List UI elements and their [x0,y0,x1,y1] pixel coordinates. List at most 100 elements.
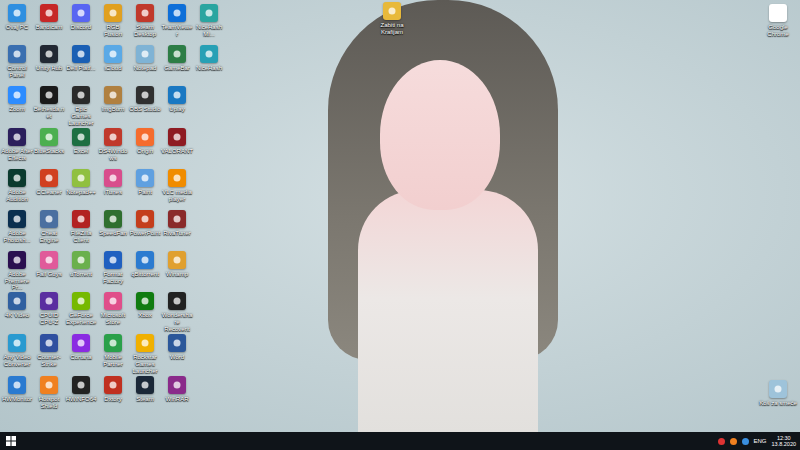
app-tile[interactable] [40,4,58,22]
app-tile[interactable] [168,128,186,146]
desktop-icon[interactable]: Dxtory [97,376,129,416]
app-tile[interactable] [136,169,154,187]
icon-label[interactable]: Format Factory [97,271,129,285]
desktop-icon[interactable]: Adobe Photosh... [1,210,33,250]
desktop-icon[interactable]: Format Factory [97,251,129,292]
app-tile[interactable] [769,380,787,398]
desktop-icon[interactable]: Microsoft Store [97,292,129,333]
app-tile[interactable] [168,292,186,310]
desktop-icon[interactable]: CCleaner [33,169,65,209]
desktop-icon[interactable]: Xbox [129,292,161,333]
icon-label[interactable]: OBS Studio [129,106,161,113]
start-button[interactable] [6,436,16,446]
app-tile[interactable] [8,45,26,63]
desktop-icon[interactable]: Steam Desktop [129,4,161,44]
icon-label[interactable]: Steam Desktop [129,24,161,38]
icon-label[interactable]: Adobe Premiere Pr... [1,271,33,292]
app-tile[interactable] [104,45,122,63]
desktop-icon[interactable]: DS4Windows [97,128,129,168]
desktop-icon[interactable]: Any Video Converter [1,334,33,375]
app-tile[interactable] [200,45,218,63]
icon-label[interactable]: VALORANT [161,148,193,155]
desktop-icon[interactable]: HWiNFO64 [65,376,97,416]
app-tile[interactable] [40,376,58,394]
icon-label[interactable]: Cheat Engine [33,230,65,244]
desktop-icon[interactable]: Adobe After Effects [1,128,33,168]
icon-label[interactable]: TeamViewer [161,24,193,38]
desktop-icon[interactable]: TeamViewer [161,4,193,44]
icon-label[interactable]: Dell Platf... [65,65,97,72]
icon-label[interactable]: CCleaner [33,189,65,196]
app-tile[interactable] [8,251,26,269]
app-tile[interactable] [383,2,401,20]
icon-label[interactable]: Winamp [161,271,193,278]
app-tile[interactable] [40,334,58,352]
icon-label[interactable]: Adobe After Effects [1,148,33,162]
desktop-icon[interactable]: Counter-Strike [33,334,65,375]
app-tile[interactable] [200,4,218,22]
app-tile[interactable] [40,45,58,63]
app-tile[interactable] [136,86,154,104]
app-tile[interactable] [72,251,90,269]
app-tile[interactable] [168,376,186,394]
icon-label[interactable]: GameBar [161,65,193,72]
icon-label[interactable]: Google Chrome [758,24,798,38]
app-tile[interactable] [72,86,90,104]
desktop-icon[interactable]: Steam [129,376,161,416]
app-tile[interactable] [168,169,186,187]
app-tile[interactable] [136,45,154,63]
desktop-icon[interactable]: CPUID CPU-Z [33,292,65,333]
app-tile[interactable] [8,376,26,394]
desktop-icon[interactable]: Dell Platf... [65,45,97,85]
icon-label[interactable]: Microsoft Store [97,312,129,326]
desktop-icon[interactable]: PowerPoint [129,210,161,250]
icon-label[interactable]: Notepad [129,65,161,72]
desktop-icon[interactable]: HWMonitor [1,376,33,416]
icon-label[interactable]: Wondershare Recoverit [161,312,193,333]
app-tile[interactable] [104,376,122,394]
app-tile[interactable] [104,169,122,187]
desktop-icon[interactable]: Control Panel [1,45,33,85]
icon-label[interactable]: DS4Windows [97,148,129,162]
recycle-bin[interactable]: Koš za smeće [758,380,798,420]
icon-label[interactable]: Control Panel [1,65,33,79]
icon-label[interactable]: HWiNFO64 [65,396,97,403]
desktop-icon[interactable]: Ovaj PC [1,4,33,44]
icon-label[interactable]: Excel [65,148,97,155]
app-tile[interactable] [168,86,186,104]
desktop-icon[interactable]: Epic Games Launcher [65,86,97,127]
desktop-icon[interactable]: VALORANT [161,128,193,168]
app-tile[interactable] [168,210,186,228]
desktop-icon[interactable]: iTunes [97,169,129,209]
desktop-icon[interactable]: Adobe Premiere Pr... [1,251,33,292]
desktop-icon[interactable]: NiceHash Mi... [193,4,225,44]
app-tile[interactable] [104,251,122,269]
desktop-icon[interactable]: Unity Hub [33,45,65,85]
app-tile[interactable] [72,292,90,310]
app-tile[interactable] [72,376,90,394]
windows-logo-icon[interactable] [6,436,16,446]
app-tile[interactable] [104,4,122,22]
desktop-icon[interactable]: Paint [129,169,161,209]
desktop-icon[interactable]: Cortana [65,334,97,375]
desktop-icon[interactable]: iCloud [97,45,129,85]
icon-label[interactable]: Uplay [161,106,193,113]
desktop-icon[interactable]: ImgBurn [97,86,129,127]
icon-label[interactable]: Dxtory [97,396,129,403]
desktop-icon[interactable]: Hotspot Shield [33,376,65,416]
icon-label[interactable]: CPUID CPU-Z [33,312,65,326]
desktop-icon[interactable]: FileZilla Client [65,210,97,250]
app-tile[interactable] [8,4,26,22]
desktop-icon[interactable]: qBittorrent [129,251,161,292]
desktop-icon[interactable]: BlueStacks [33,128,65,168]
icon-label[interactable]: Discord [65,24,97,31]
icon-label[interactable]: SpeedFan [97,230,129,237]
flame-icon[interactable] [730,438,737,445]
icon-label[interactable]: Zabiti na Krafijam [372,22,412,36]
app-tile[interactable] [40,169,58,187]
icon-label[interactable]: Fall Guys [33,271,65,278]
desktop-icon[interactable]: 4K Video [1,292,33,333]
app-tile[interactable] [72,210,90,228]
icon-label[interactable]: Unity Hub [33,65,65,72]
icon-label[interactable]: RivaTuner [161,230,193,237]
